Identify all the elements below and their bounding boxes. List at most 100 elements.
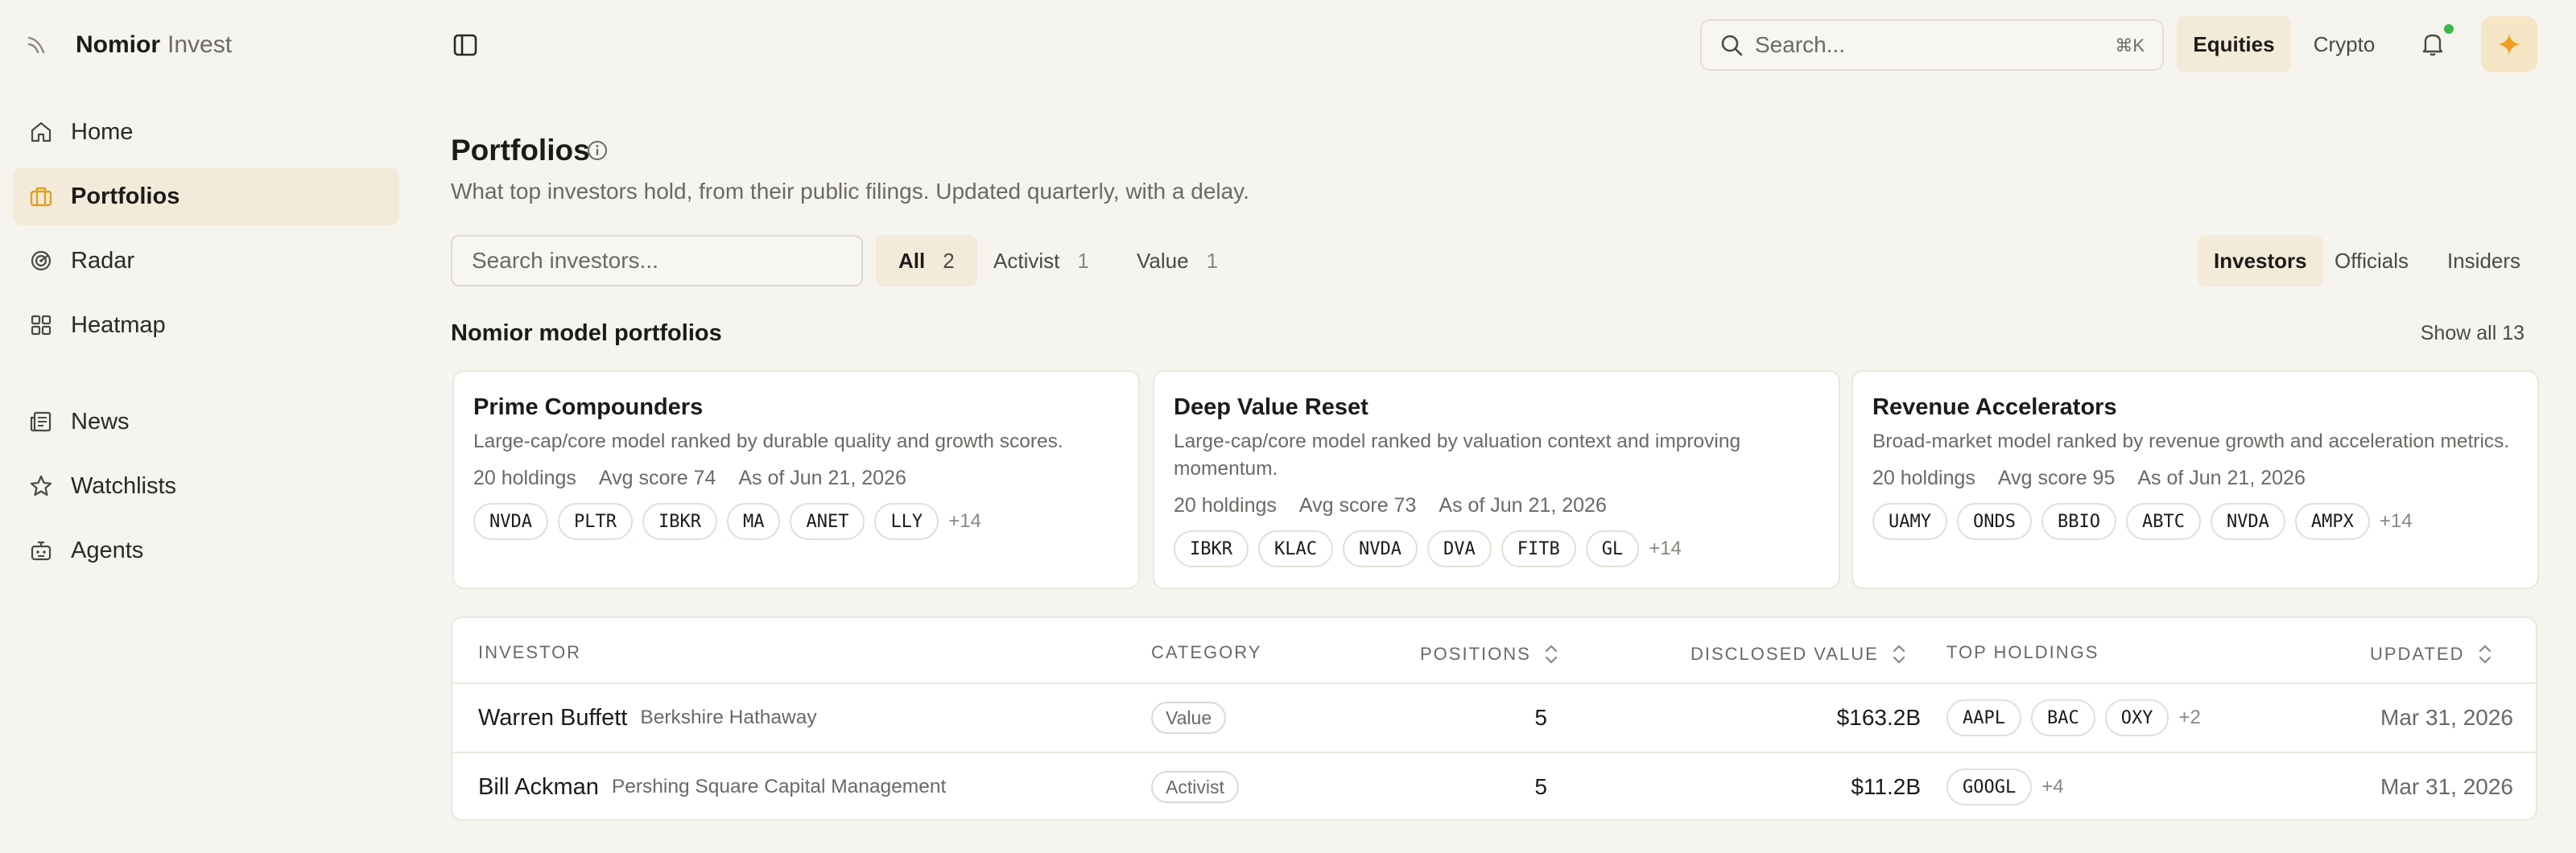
- updated-cell: Mar 31, 2026: [2368, 684, 2513, 752]
- investor-firm: Berkshire Hathaway: [640, 707, 817, 728]
- global-search-input[interactable]: Search... ⌘K: [1700, 19, 2164, 71]
- ticker-chip[interactable]: IBKR: [1174, 530, 1249, 567]
- column-header-category: CATEGORY: [1151, 642, 1261, 663]
- sidebar-item-heatmap[interactable]: Heatmap: [13, 296, 399, 354]
- tab-officials[interactable]: Officials: [2318, 235, 2425, 286]
- ticker-chip[interactable]: ONDS: [1956, 503, 2032, 540]
- holdings-count: 20 holdings: [1174, 494, 1277, 517]
- search-shortcut: ⌘K: [2115, 35, 2145, 56]
- card-title: Deep Value Reset: [1174, 394, 1368, 420]
- grid-icon: [31, 315, 52, 336]
- card-title: Prime Compounders: [473, 394, 704, 420]
- ticker-chip[interactable]: IBKR: [642, 503, 717, 540]
- ticker-chip[interactable]: ABTC: [2125, 503, 2201, 540]
- sort-icon[interactable]: [1890, 642, 1908, 666]
- sidebar-item-agents[interactable]: Agents: [13, 521, 399, 579]
- ticker-chip[interactable]: GOOGL: [1946, 769, 2033, 806]
- tab-investors[interactable]: Investors: [2198, 235, 2323, 286]
- ticker-chip[interactable]: BAC: [2030, 699, 2095, 736]
- filter-count: 1: [1206, 248, 1219, 273]
- ticker-chip[interactable]: GL: [1585, 530, 1640, 567]
- ticker-chip[interactable]: FITB: [1501, 530, 1576, 567]
- disclosed-value: $163.2B: [1836, 705, 1921, 730]
- tab-equities[interactable]: Equities: [2177, 16, 2291, 72]
- home-icon: [31, 122, 52, 142]
- filter-chip-value[interactable]: Value 1: [1114, 235, 1241, 286]
- more-count: +14: [2379, 510, 2413, 532]
- sidebar-item-label: News: [71, 408, 130, 435]
- sort-icon[interactable]: [1542, 642, 1560, 666]
- sidebar-item-portfolios[interactable]: Portfolios: [13, 167, 399, 225]
- ticker-chip[interactable]: ANET: [790, 503, 865, 540]
- ticker-chip[interactable]: MA: [726, 503, 781, 540]
- updated-date: Mar 31, 2026: [2380, 705, 2513, 730]
- more-count: +4: [2041, 776, 2064, 797]
- sidebar-item-news[interactable]: News: [13, 393, 399, 451]
- ticker-chip[interactable]: BBIO: [2041, 503, 2116, 540]
- nav-primary: Home Portfolios Radar Heatmap: [13, 103, 399, 361]
- header-label: DISCLOSED VALUE: [1690, 644, 1879, 664]
- column-header-positions[interactable]: POSITIONS: [1420, 642, 1560, 666]
- ticker-chip[interactable]: DVA: [1426, 530, 1492, 567]
- brand-sub: Invest: [167, 31, 233, 58]
- sidebar-item-watchlists[interactable]: Watchlists: [13, 457, 399, 515]
- avg-score: Avg score 95: [1997, 467, 2116, 489]
- positions-cell: 5: [1418, 684, 1547, 752]
- sidebar-item-label: Radar: [71, 247, 134, 274]
- category-cell: Activist: [1151, 753, 1239, 819]
- investor-name[interactable]: Bill Ackman: [478, 774, 599, 801]
- ticker-chip[interactable]: AAPL: [1946, 699, 2021, 736]
- filter-label: Value: [1137, 248, 1189, 273]
- logo-icon: [27, 36, 45, 54]
- brand[interactable]: Nomior Invest: [26, 27, 232, 63]
- ticker-chip[interactable]: AMPX: [2294, 503, 2370, 540]
- column-header-disclosed-value[interactable]: DISCLOSED VALUE: [1690, 642, 1908, 666]
- ticker-chip[interactable]: NVDA: [1342, 530, 1418, 567]
- tab-crypto[interactable]: Crypto: [2296, 16, 2392, 72]
- sidebar-toggle-icon[interactable]: [451, 31, 480, 60]
- show-all-link[interactable]: Show all 13: [2421, 322, 2524, 345]
- briefcase-icon: [30, 187, 52, 207]
- as-of-date: As of Jun 21, 2026: [738, 467, 906, 489]
- filter-chip-all[interactable]: All 2: [876, 235, 977, 286]
- ticker-chip[interactable]: OXY: [2104, 699, 2169, 736]
- card-description: Large-cap/core model ranked by durable q…: [473, 431, 1063, 452]
- ticker-chip[interactable]: UAMY: [1872, 503, 1947, 540]
- ticker-chip[interactable]: NVDA: [473, 503, 548, 540]
- investor-name[interactable]: Warren Buffett: [478, 705, 627, 731]
- investor-search-input[interactable]: Search investors...: [451, 235, 863, 286]
- bell-icon[interactable]: [2418, 29, 2447, 58]
- ticker-chip[interactable]: LLY: [874, 503, 939, 540]
- filter-label: Activist: [993, 248, 1060, 273]
- header-label: UPDATED: [2370, 644, 2465, 664]
- column-header-updated[interactable]: UPDATED: [2370, 642, 2494, 666]
- sidebar-item-label: Watchlists: [71, 472, 177, 499]
- filter-count: 2: [943, 248, 955, 273]
- ticker-chip[interactable]: KLAC: [1257, 530, 1333, 567]
- disclosed-value-cell: $11.2B: [1692, 753, 1921, 819]
- holdings-count: 20 holdings: [1872, 467, 1975, 489]
- ai-assistant-button[interactable]: [2481, 16, 2537, 72]
- table-row[interactable]: Bill Ackman Pershing Square Capital Mana…: [452, 752, 2536, 819]
- bot-icon: [31, 541, 52, 561]
- model-card[interactable]: Revenue Accelerators Broad-market model …: [1852, 370, 2539, 589]
- sidebar-item-label: Agents: [71, 537, 144, 563]
- sidebar-item-home[interactable]: Home: [13, 103, 399, 161]
- info-icon[interactable]: [585, 138, 609, 163]
- card-meta: 20 holdings Avg score 74 As of Jun 21, 2…: [473, 467, 1119, 490]
- investor-cell: Warren Buffett Berkshire Hathaway: [478, 684, 817, 752]
- more-count: +14: [948, 510, 981, 532]
- sort-icon[interactable]: [2476, 642, 2494, 666]
- model-card[interactable]: Deep Value Reset Large-cap/core model ra…: [1153, 370, 1840, 589]
- ticker-chip[interactable]: PLTR: [557, 503, 633, 540]
- tab-insiders[interactable]: Insiders: [2431, 235, 2537, 286]
- model-card[interactable]: Prime Compounders Large-cap/core model r…: [452, 370, 1140, 589]
- sidebar-item-radar[interactable]: Radar: [13, 232, 399, 290]
- star-icon: [30, 475, 52, 497]
- ticker-chip[interactable]: NVDA: [2210, 503, 2285, 540]
- card-title: Revenue Accelerators: [1872, 394, 2117, 420]
- page-subtitle: What top investors hold, from their publ…: [451, 179, 1249, 204]
- column-header-top-holdings: TOP HOLDINGS: [1946, 642, 2099, 663]
- filter-chip-activist[interactable]: Activist 1: [971, 235, 1112, 286]
- table-row[interactable]: Warren Buffett Berkshire Hathaway Value …: [452, 682, 2536, 750]
